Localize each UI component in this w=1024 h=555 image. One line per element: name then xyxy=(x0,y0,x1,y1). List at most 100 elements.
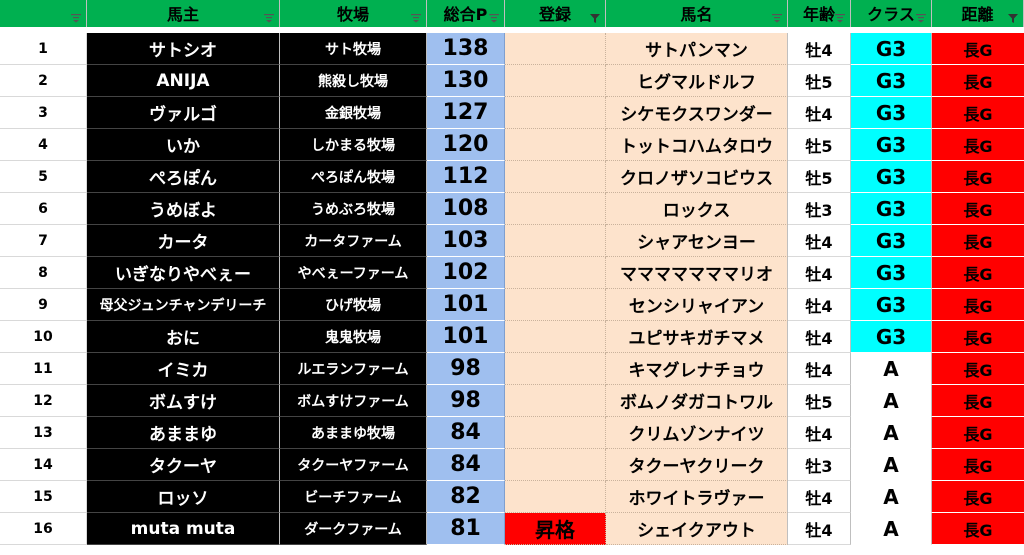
cell-class[interactable]: A xyxy=(851,449,932,481)
cell-register[interactable] xyxy=(505,353,606,385)
cell-horse[interactable]: シケモクスワンダー xyxy=(606,97,788,129)
cell-owner[interactable]: うめぼよ xyxy=(87,193,280,225)
cell-register[interactable] xyxy=(505,161,606,193)
cell-farm[interactable]: 金銀牧場 xyxy=(280,97,427,129)
cell-num[interactable]: 2 xyxy=(0,65,87,97)
cell-register[interactable] xyxy=(505,65,606,97)
cell-farm[interactable]: 熊殺し牧場 xyxy=(280,65,427,97)
cell-age[interactable]: 牡5 xyxy=(788,161,851,193)
cell-points[interactable]: 103 xyxy=(427,225,505,257)
cell-num[interactable]: 3 xyxy=(0,97,87,129)
cell-class[interactable]: G3 xyxy=(851,321,932,353)
cell-distance[interactable]: 長G xyxy=(932,449,1024,481)
cell-horse[interactable]: サトパンマン xyxy=(606,33,788,65)
cell-class[interactable]: G3 xyxy=(851,225,932,257)
cell-age[interactable]: 牡4 xyxy=(788,289,851,321)
cell-num[interactable]: 13 xyxy=(0,417,87,449)
cell-age[interactable]: 牡4 xyxy=(788,33,851,65)
cell-num[interactable]: 12 xyxy=(0,385,87,417)
cell-age[interactable]: 牡5 xyxy=(788,129,851,161)
cell-points[interactable]: 112 xyxy=(427,161,505,193)
cell-distance[interactable]: 長G xyxy=(932,225,1024,257)
cell-register[interactable] xyxy=(505,97,606,129)
cell-num[interactable]: 16 xyxy=(0,513,87,545)
cell-owner[interactable]: ぺろぽん xyxy=(87,161,280,193)
cell-owner[interactable]: ロッソ xyxy=(87,481,280,513)
cell-distance[interactable]: 長G xyxy=(932,385,1024,417)
cell-register[interactable] xyxy=(505,481,606,513)
cell-points[interactable]: 98 xyxy=(427,385,505,417)
cell-num[interactable]: 7 xyxy=(0,225,87,257)
cell-age[interactable]: 牡5 xyxy=(788,385,851,417)
cell-owner[interactable]: いぎなりやべぇー xyxy=(87,257,280,289)
cell-farm[interactable]: やべぇーファーム xyxy=(280,257,427,289)
cell-points[interactable]: 108 xyxy=(427,193,505,225)
cell-farm[interactable]: しかまる牧場 xyxy=(280,129,427,161)
cell-points[interactable]: 84 xyxy=(427,449,505,481)
cell-num[interactable]: 11 xyxy=(0,353,87,385)
cell-class[interactable]: G3 xyxy=(851,129,932,161)
cell-register[interactable]: 昇格 xyxy=(505,513,606,545)
cell-class[interactable]: A xyxy=(851,513,932,545)
cell-points[interactable]: 130 xyxy=(427,65,505,97)
filter-dropdown-icon[interactable] xyxy=(833,12,847,24)
cell-owner[interactable]: おに xyxy=(87,321,280,353)
cell-class[interactable]: G3 xyxy=(851,161,932,193)
cell-distance[interactable]: 長G xyxy=(932,97,1024,129)
cell-points[interactable]: 127 xyxy=(427,97,505,129)
cell-distance[interactable]: 長G xyxy=(932,161,1024,193)
cell-age[interactable]: 牡4 xyxy=(788,225,851,257)
cell-class[interactable]: A xyxy=(851,481,932,513)
cell-num[interactable]: 4 xyxy=(0,129,87,161)
cell-points[interactable]: 81 xyxy=(427,513,505,545)
cell-register[interactable] xyxy=(505,289,606,321)
cell-class[interactable]: G3 xyxy=(851,97,932,129)
filter-dropdown-icon[interactable] xyxy=(487,12,501,24)
cell-horse[interactable]: ボムノダガコトワル xyxy=(606,385,788,417)
cell-register[interactable] xyxy=(505,193,606,225)
cell-num[interactable]: 14 xyxy=(0,449,87,481)
cell-distance[interactable]: 長G xyxy=(932,193,1024,225)
cell-age[interactable]: 牡4 xyxy=(788,353,851,385)
cell-age[interactable]: 牡3 xyxy=(788,193,851,225)
cell-farm[interactable]: カータファーム xyxy=(280,225,427,257)
cell-horse[interactable]: センシリャイアン xyxy=(606,289,788,321)
cell-class[interactable]: G3 xyxy=(851,193,932,225)
cell-horse[interactable]: トットコハムタロウ xyxy=(606,129,788,161)
cell-farm[interactable]: ぺろぽん牧場 xyxy=(280,161,427,193)
cell-points[interactable]: 138 xyxy=(427,33,505,65)
cell-register[interactable] xyxy=(505,385,606,417)
cell-age[interactable]: 牡4 xyxy=(788,97,851,129)
cell-num[interactable]: 8 xyxy=(0,257,87,289)
cell-horse[interactable]: クロノザソコビウス xyxy=(606,161,788,193)
cell-horse[interactable]: タクーヤクリーク xyxy=(606,449,788,481)
filter-dropdown-icon[interactable] xyxy=(409,12,423,24)
cell-owner[interactable]: あままゆ xyxy=(87,417,280,449)
cell-points[interactable]: 82 xyxy=(427,481,505,513)
cell-age[interactable]: 牡4 xyxy=(788,417,851,449)
cell-points[interactable]: 101 xyxy=(427,289,505,321)
cell-age[interactable]: 牡4 xyxy=(788,257,851,289)
cell-register[interactable] xyxy=(505,129,606,161)
cell-owner[interactable]: タクーヤ xyxy=(87,449,280,481)
cell-register[interactable] xyxy=(505,225,606,257)
cell-owner[interactable]: muta muta xyxy=(87,513,280,545)
cell-horse[interactable]: ヒグマルドルフ xyxy=(606,65,788,97)
cell-horse[interactable]: ホワイトラヴァー xyxy=(606,481,788,513)
cell-points[interactable]: 120 xyxy=(427,129,505,161)
cell-owner[interactable]: いか xyxy=(87,129,280,161)
cell-register[interactable] xyxy=(505,257,606,289)
cell-horse[interactable]: ロックス xyxy=(606,193,788,225)
cell-horse[interactable]: キマグレナチョウ xyxy=(606,353,788,385)
cell-age[interactable]: 牡5 xyxy=(788,65,851,97)
cell-owner[interactable]: イミカ xyxy=(87,353,280,385)
cell-class[interactable]: A xyxy=(851,417,932,449)
filter-dropdown-icon[interactable] xyxy=(770,12,784,24)
cell-distance[interactable]: 長G xyxy=(932,257,1024,289)
cell-num[interactable]: 1 xyxy=(0,33,87,65)
cell-owner[interactable]: カータ xyxy=(87,225,280,257)
cell-register[interactable] xyxy=(505,417,606,449)
cell-age[interactable]: 牡3 xyxy=(788,449,851,481)
cell-class[interactable]: A xyxy=(851,353,932,385)
cell-distance[interactable]: 長G xyxy=(932,417,1024,449)
